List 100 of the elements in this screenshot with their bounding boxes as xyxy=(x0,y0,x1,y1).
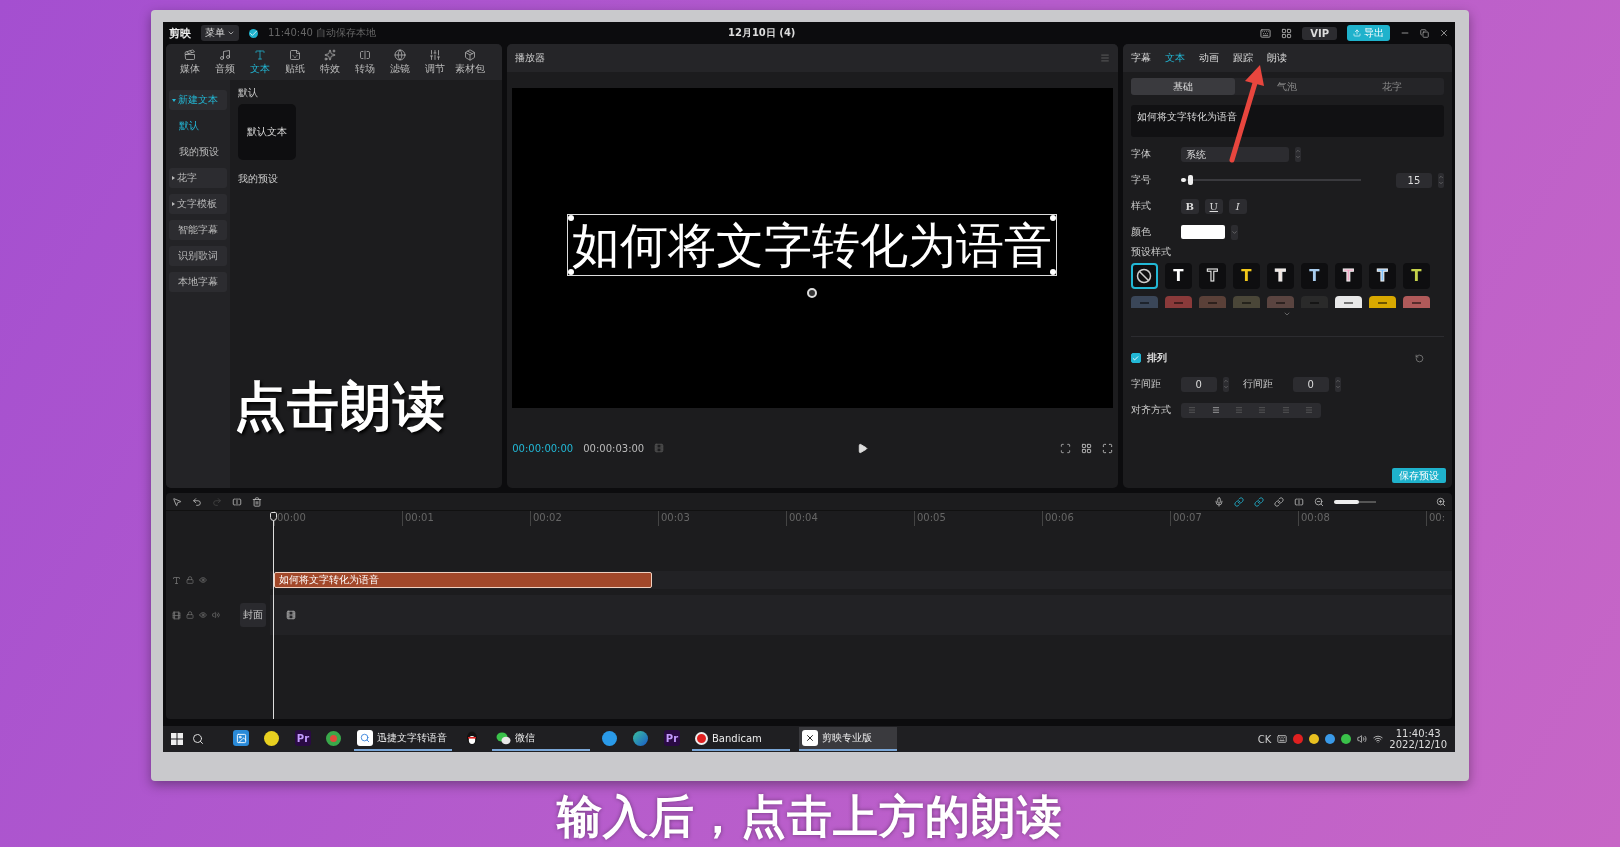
taskbar-button[interactable]: Bandicam xyxy=(692,727,790,751)
text-style-preset[interactable]: T xyxy=(1402,263,1430,289)
sidebar-item[interactable]: 本地字幕 xyxy=(169,272,227,292)
microphone-icon[interactable] xyxy=(1214,496,1224,507)
align-icon[interactable] xyxy=(1211,406,1220,414)
tray-icon[interactable] xyxy=(1325,734,1336,744)
sidebar-item[interactable]: 花字 xyxy=(169,168,227,188)
clock[interactable]: 11:40:43 2022/12/10 xyxy=(1389,728,1447,750)
sidebar-item[interactable]: 文字模板 xyxy=(169,194,227,214)
text-style-preset[interactable]: T xyxy=(1368,263,1396,289)
style-button[interactable]: U xyxy=(1204,198,1223,214)
inspector-tab[interactable]: 文本 xyxy=(1164,51,1185,65)
spacing-field[interactable]: 0 xyxy=(1180,376,1217,392)
text-clip[interactable]: 如何将文字转化为语音 xyxy=(274,572,652,588)
font-select[interactable]: 系统 xyxy=(1180,146,1289,162)
text-style-preset[interactable]: T xyxy=(1198,263,1226,289)
tray-icon[interactable] xyxy=(1341,734,1352,744)
inspector-tab[interactable]: 字幕 xyxy=(1130,51,1151,65)
text-style-preset[interactable]: T xyxy=(1300,263,1328,289)
scan-icon[interactable] xyxy=(1059,442,1071,454)
network-icon[interactable] xyxy=(1373,734,1384,744)
color-swatch[interactable] xyxy=(1180,225,1225,239)
link-icon[interactable] xyxy=(1254,496,1264,507)
keyboard-icon[interactable] xyxy=(1277,734,1288,744)
toolbar-tab[interactable]: 素材包 xyxy=(452,44,487,80)
input-method[interactable]: CK xyxy=(1257,733,1272,745)
section-heading: 默认 xyxy=(238,86,258,100)
lock-icon[interactable] xyxy=(186,611,194,619)
ruler-tick: 00: xyxy=(1426,511,1446,526)
ruler-tick: 00:06 xyxy=(1042,511,1170,526)
lock-icon[interactable] xyxy=(186,576,194,584)
taskbar-button[interactable]: Pr xyxy=(661,727,683,751)
toolbar-tab[interactable]: 转场 xyxy=(347,44,382,80)
toolbar-tab[interactable]: 贴纸 xyxy=(277,44,312,80)
preview-axis-icon[interactable] xyxy=(1294,496,1304,507)
link-icon[interactable] xyxy=(1234,496,1244,507)
split-icon[interactable] xyxy=(232,496,242,507)
sidebar-item[interactable]: 识别歌词 xyxy=(169,246,227,266)
toolbar-tab[interactable]: 特效 xyxy=(312,44,347,80)
ruler-tick: 00:01 xyxy=(402,511,530,526)
subtab[interactable]: 基础 xyxy=(1130,78,1236,95)
text-style-preset[interactable]: T xyxy=(1266,263,1294,289)
pointer-icon[interactable] xyxy=(172,496,182,507)
link-icon[interactable] xyxy=(1274,496,1284,507)
text-style-preset[interactable]: T xyxy=(1334,263,1362,289)
tray-icon[interactable] xyxy=(1309,734,1320,744)
caption-text[interactable]: 如何将文字转化为语音 xyxy=(567,213,1058,276)
toolbar-tab[interactable]: 滤镜 xyxy=(382,44,417,80)
layout-icon[interactable] xyxy=(1281,27,1293,39)
vip-badge[interactable]: VIP xyxy=(1302,26,1337,40)
undo-icon[interactable] xyxy=(192,496,202,507)
inspector-tab[interactable]: 朗读 xyxy=(1266,51,1287,65)
taskbar-button[interactable]: 剪映专业版 xyxy=(799,727,897,751)
taskbar-button[interactable]: Pr xyxy=(292,727,314,751)
restore-icon[interactable] xyxy=(1420,28,1429,38)
menu-button[interactable]: 菜单 xyxy=(201,25,239,41)
rotate-handle[interactable] xyxy=(807,287,818,298)
taskbar-button[interactable]: 微信 xyxy=(492,727,590,751)
zoom-slider[interactable] xyxy=(1334,500,1376,503)
reset-icon[interactable] xyxy=(1415,353,1424,363)
toolbar-tab[interactable]: 文本 xyxy=(242,44,277,80)
arrange-checkbox[interactable] xyxy=(1130,353,1141,363)
toolbar-tab[interactable]: 媒体 xyxy=(172,44,207,80)
text-input-field[interactable]: 如何将文字转化为语音 xyxy=(1130,105,1444,137)
expand-icon[interactable] xyxy=(1283,310,1292,318)
zoom-out-icon[interactable] xyxy=(1314,496,1324,507)
inspector-tab[interactable]: 动画 xyxy=(1198,51,1219,65)
sidebar-item[interactable]: 智能字幕 xyxy=(169,220,227,240)
size-field[interactable]: 15 xyxy=(1396,172,1432,188)
taskbar-button[interactable]: 迅捷文字转语音 xyxy=(354,727,452,751)
sidebar-subitem[interactable]: 我的预设 xyxy=(169,142,227,162)
penguin-icon xyxy=(464,730,480,746)
delete-icon[interactable] xyxy=(252,496,262,507)
style-button[interactable]: B xyxy=(1180,198,1199,214)
volume-icon[interactable] xyxy=(1357,734,1368,744)
default-text-card[interactable]: 默认文本 xyxy=(238,104,296,160)
ratio-icon[interactable] xyxy=(1080,442,1092,454)
no-style-preset[interactable] xyxy=(1130,263,1158,289)
play-icon[interactable] xyxy=(856,442,868,454)
close-icon[interactable] xyxy=(1439,28,1449,38)
fullscreen-icon[interactable] xyxy=(1101,442,1113,454)
search-icon[interactable] xyxy=(192,733,204,745)
sidebar-subitem[interactable]: 默认 xyxy=(169,116,227,136)
slider-thumb[interactable] xyxy=(1188,175,1194,185)
sidebar-item[interactable]: 新建文本 xyxy=(169,90,227,110)
cover-button[interactable]: 封面 xyxy=(240,603,266,627)
style-button[interactable]: I xyxy=(1228,198,1247,214)
text-style-preset[interactable]: T xyxy=(1164,263,1192,289)
subtab[interactable]: 花字 xyxy=(1339,78,1444,95)
inspector-tab[interactable]: 跟踪 xyxy=(1232,51,1253,65)
text-style-preset[interactable]: T xyxy=(1232,263,1260,289)
style-preset[interactable] xyxy=(1368,296,1396,308)
subtab[interactable]: 气泡 xyxy=(1235,78,1340,95)
style-preset[interactable] xyxy=(1334,296,1362,308)
windows-icon[interactable] xyxy=(171,733,183,745)
spacing-field[interactable]: 0 xyxy=(1292,376,1329,392)
toolbar-tab[interactable]: 音频 xyxy=(207,44,242,80)
toolbar-tab[interactable]: 调节 xyxy=(417,44,452,80)
keyboard-icon[interactable] xyxy=(1260,27,1272,39)
zoom-in-icon[interactable] xyxy=(1436,496,1446,507)
